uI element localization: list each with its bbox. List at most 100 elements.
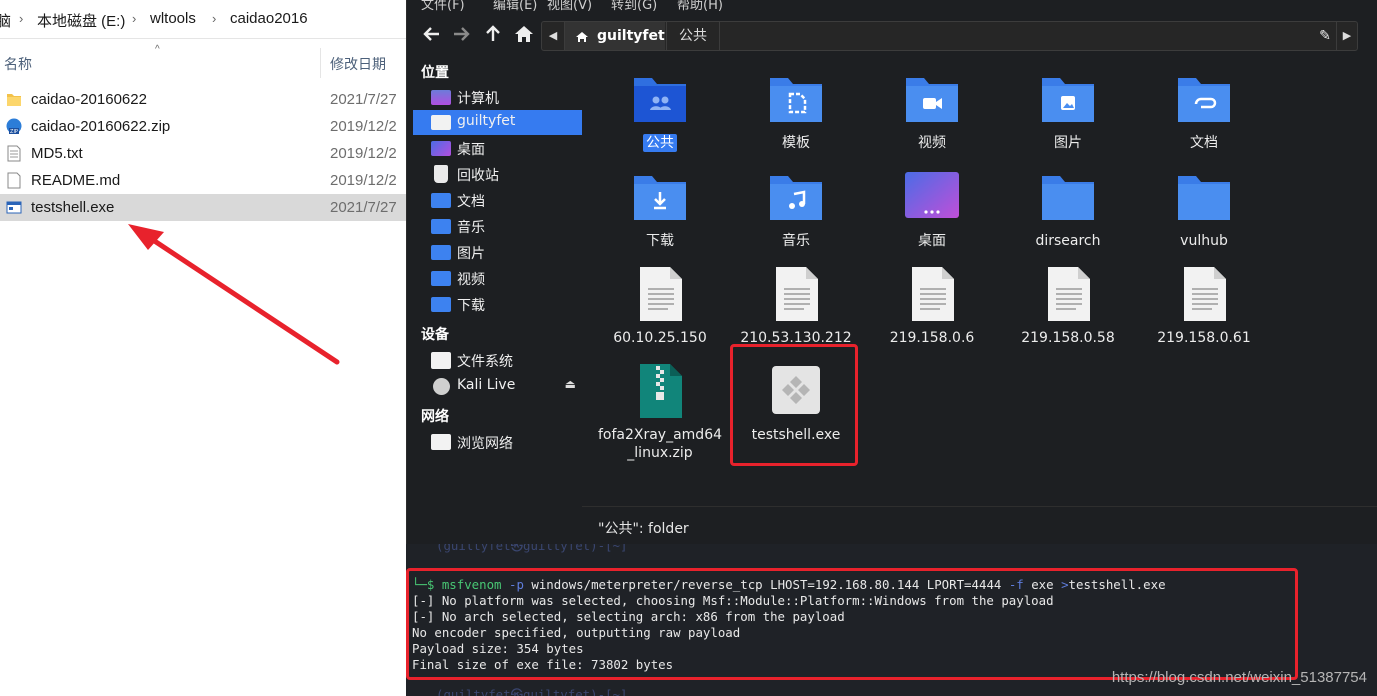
folder-item-dirsearch[interactable]: dirsearch: [1003, 164, 1133, 260]
breadcrumb-item[interactable]: 脑: [0, 10, 11, 31]
sidebar-item-label: 下载: [457, 298, 485, 314]
breadcrumb-item[interactable]: wltools: [150, 10, 196, 27]
file-date: 2019/12/2: [330, 172, 397, 189]
folder-item-vulhub[interactable]: vulhub: [1139, 164, 1269, 260]
menu-file[interactable]: 文件(F): [421, 0, 465, 12]
eject-icon[interactable]: ⏏: [565, 377, 576, 391]
folder-icon: [1042, 176, 1094, 220]
home-folder-icon: [431, 115, 451, 130]
status-bar: "公共": folder: [582, 506, 1377, 545]
folder-item-pictures[interactable]: 图片: [1003, 66, 1133, 162]
terminal[interactable]: (guiltyfet㉿guiltyfet)-[~] └─$ msfvenom -…: [406, 544, 1377, 696]
path-next-button[interactable]: 公共: [666, 22, 720, 50]
documents-folder-icon: [1178, 78, 1230, 122]
file-name: caidao-20160622: [31, 91, 147, 108]
watermark: https://blog.csdn.net/weixin_51387754: [1111, 669, 1367, 686]
sidebar-item-music[interactable]: 音乐: [413, 214, 582, 239]
folder-item-music[interactable]: 音乐: [731, 164, 861, 260]
sidebar-item-kali-live[interactable]: Kali Live ⏏: [413, 374, 582, 399]
file-date: 2021/7/27: [330, 199, 397, 216]
item-label: vulhub: [1180, 233, 1228, 249]
music-folder-icon: [770, 176, 822, 220]
text-file-icon: [1184, 267, 1226, 321]
item-label: 公共: [643, 134, 677, 152]
home-icon[interactable]: [512, 22, 536, 46]
sidebar-item-computer[interactable]: 计算机: [413, 85, 582, 110]
sidebar-item-downloads[interactable]: 下载: [413, 292, 582, 317]
videos-icon: [431, 271, 451, 286]
zip-archive-icon: [640, 364, 682, 418]
sidebar-item-label: 文档: [457, 194, 485, 210]
sidebar-item-browse-network[interactable]: 浏览网络: [413, 430, 582, 455]
text-file-icon: [912, 267, 954, 321]
file-row[interactable]: README.md 2019/12/2: [0, 167, 406, 194]
file-item[interactable]: fofa2Xray_amd64 _linux.zip: [595, 358, 725, 468]
menu-bar: 文件(F) 编辑(E) 视图(V) 转到(G) 帮助(H): [407, 0, 1377, 12]
menu-view[interactable]: 视图(V): [547, 0, 592, 12]
file-row[interactable]: MD5.txt 2019/12/2: [0, 140, 406, 167]
edit-path-icon[interactable]: ✎: [1313, 22, 1337, 50]
folder-item-documents[interactable]: 文档: [1139, 66, 1269, 162]
sidebar-item-label: guiltyfet: [457, 113, 516, 129]
forward-arrow-icon[interactable]: [449, 22, 473, 46]
file-date: 2021/7/27: [330, 91, 397, 108]
item-label: 219.158.0.58: [1021, 330, 1115, 346]
menu-help[interactable]: 帮助(H): [677, 0, 723, 12]
disc-icon: [433, 378, 450, 395]
file-item[interactable]: 219.158.0.6: [867, 261, 997, 357]
menu-edit[interactable]: 编辑(E): [493, 0, 537, 12]
item-label: 下载: [646, 233, 674, 249]
file-row[interactable]: ZIP caidao-20160622.zip 2019/12/2: [0, 113, 406, 140]
sidebar-item-pictures[interactable]: 图片: [413, 240, 582, 265]
breadcrumb: 脑 › 本地磁盘 (E:) › wltools › caidao2016: [0, 0, 406, 39]
file-item[interactable]: 219.158.0.58: [1003, 261, 1133, 357]
text-file-icon: [776, 267, 818, 321]
chevron-right-icon: ›: [132, 11, 137, 26]
folder-icon: [7, 94, 21, 106]
file-row[interactable]: caidao-20160622 2021/7/27: [0, 86, 406, 113]
path-current-button[interactable]: guiltyfet: [565, 22, 665, 50]
text-file-icon: [7, 145, 21, 162]
folder-item-desktop[interactable]: 桌面: [867, 164, 997, 260]
sidebar-item-label: 文件系统: [457, 354, 513, 370]
path-scroll-right-icon[interactable]: ▶: [1336, 22, 1357, 50]
column-date[interactable]: 修改日期: [330, 54, 386, 74]
back-arrow-icon[interactable]: [420, 22, 444, 46]
column-divider[interactable]: [320, 48, 321, 78]
folder-item-videos[interactable]: 视频: [867, 66, 997, 162]
item-label: 文档: [1190, 135, 1218, 151]
up-arrow-icon[interactable]: [481, 22, 505, 46]
highlight-box: [730, 344, 858, 466]
breadcrumb-item[interactable]: 本地磁盘 (E:): [37, 10, 125, 31]
item-label: fofa2Xray_amd64 _linux.zip: [597, 427, 723, 461]
breadcrumb-item[interactable]: caidao2016: [230, 10, 308, 27]
file-row-selected[interactable]: testshell.exe 2021/7/27: [0, 194, 406, 221]
sidebar-item-label: 图片: [457, 246, 485, 262]
pictures-icon: [431, 245, 451, 260]
sidebar-item-guiltyfet[interactable]: guiltyfet: [413, 110, 582, 135]
column-name[interactable]: 名称: [4, 54, 32, 74]
sidebar-item-filesystem[interactable]: 文件系统: [413, 348, 582, 373]
templates-folder-icon: [770, 78, 822, 122]
file-item[interactable]: 60.10.25.150: [595, 261, 725, 357]
sidebar-item-videos[interactable]: 视频: [413, 266, 582, 291]
folder-item-downloads[interactable]: 下载: [595, 164, 725, 260]
sidebar-header-network: 网络: [421, 409, 449, 425]
item-label: 音乐: [782, 233, 810, 249]
file-item[interactable]: 210.53.130.212: [731, 261, 861, 357]
status-text: "公共": folder: [598, 521, 689, 537]
item-label: 模板: [782, 135, 810, 151]
item-label: dirsearch: [1035, 233, 1101, 249]
menu-go[interactable]: 转到(G): [611, 0, 657, 12]
home-icon: [575, 22, 589, 60]
network-icon: [431, 434, 451, 450]
sidebar-header-devices: 设备: [421, 327, 449, 343]
sidebar-item-desktop[interactable]: 桌面: [413, 136, 582, 161]
file-item[interactable]: 219.158.0.61: [1139, 261, 1269, 357]
sidebar-item-trash[interactable]: 回收站: [413, 162, 582, 187]
folder-item-public[interactable]: 公共: [595, 66, 725, 162]
path-scroll-left-icon[interactable]: ◀: [542, 22, 565, 50]
folder-item-templates[interactable]: 模板: [731, 66, 861, 162]
sidebar-item-documents[interactable]: 文档: [413, 188, 582, 213]
file-name: testshell.exe: [31, 199, 115, 216]
